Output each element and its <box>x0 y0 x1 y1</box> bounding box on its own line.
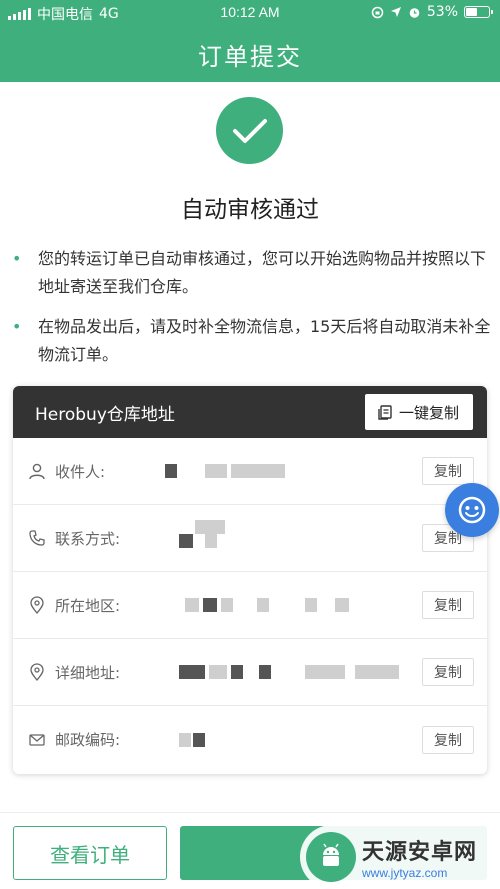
battery-icon <box>464 6 493 18</box>
page-title: 订单提交 <box>198 42 302 71</box>
phone-icon <box>27 528 47 548</box>
note-item: • 您的转运订单已自动审核通过，您可以开始选购物品并按照以下地址寄送至我们仓库。 <box>12 245 492 301</box>
row-label: 邮政编码: <box>55 731 121 749</box>
copy-all-button[interactable]: 一键复制 <box>364 394 473 430</box>
note-text: 在物品发出后，请及时补全物流信息，15天后将自动取消未补全物流订单。 <box>38 317 491 364</box>
copy-button[interactable]: 复制 <box>422 591 474 619</box>
watermark-name: 天源安卓网 <box>362 840 478 865</box>
copy-icon <box>378 405 392 420</box>
bullet-icon: • <box>12 249 22 268</box>
address-row-postcode: 邮政编码: 复制 <box>13 706 487 773</box>
view-order-button[interactable]: 查看订单 <box>13 826 167 880</box>
row-label: 所在地区: <box>55 596 121 615</box>
location-arrow-icon <box>390 7 401 17</box>
battery-fill <box>466 8 478 16</box>
warehouse-address-card: Herobuy仓库地址 一键复制 收件人: 复制 联系方式: 复制 所在地区: … <box>13 386 487 774</box>
address-row-recipient: 收件人: 复制 <box>13 438 487 505</box>
copy-button[interactable]: 复制 <box>422 457 474 485</box>
alarm-icon <box>409 7 420 18</box>
status-bar: 中国电信 4G 10:12 AM 53% <box>0 0 500 26</box>
location-pin-icon <box>27 662 47 682</box>
row-label: 联系方式: <box>55 529 121 548</box>
success-check-icon <box>216 97 283 164</box>
bullet-icon: • <box>12 317 22 336</box>
copy-all-label: 一键复制 <box>398 403 459 422</box>
row-label: 详细地址: <box>55 663 121 682</box>
status-right: 53% <box>371 4 493 20</box>
watermark-text: 天源安卓网 www.jytyaz.com <box>362 834 477 880</box>
mail-icon <box>27 730 47 750</box>
result-title: 自动审核通过 <box>181 197 319 223</box>
site-watermark: 天源安卓网 www.jytyaz.com <box>300 825 500 889</box>
copy-button[interactable]: 复制 <box>422 725 474 754</box>
address-row-phone: 联系方式: 复制 <box>13 505 487 572</box>
address-row-detail: 详细地址: 复制 <box>13 639 487 706</box>
row-label: 收件人: <box>55 462 106 481</box>
location-pin-icon <box>27 595 47 615</box>
note-text: 您的转运订单已自动审核通过，您可以开始选购物品并按照以下地址寄送至我们仓库。 <box>38 249 487 296</box>
watermark-url: www.jytyaz.com <box>362 866 448 880</box>
copy-button[interactable]: 复制 <box>422 658 474 686</box>
nav-bar: 订单提交 <box>0 26 500 82</box>
notes-list: • 您的转运订单已自动审核通过，您可以开始选购物品并按照以下地址寄送至我们仓库。… <box>12 245 492 381</box>
user-icon <box>27 461 47 481</box>
card-title: Herobuy仓库地址 <box>35 404 175 425</box>
card-header: Herobuy仓库地址 一键复制 <box>13 386 487 438</box>
android-logo-icon <box>306 832 356 882</box>
address-row-region: 所在地区: 复制 <box>13 572 487 639</box>
lock-rotation-icon <box>371 6 384 18</box>
chat-bot-icon <box>458 496 486 524</box>
note-item: • 在物品发出后，请及时补全物流信息，15天后将自动取消未补全物流订单。 <box>12 313 492 369</box>
customer-service-float-button[interactable] <box>445 483 499 537</box>
battery-percent: 53% <box>426 4 458 20</box>
